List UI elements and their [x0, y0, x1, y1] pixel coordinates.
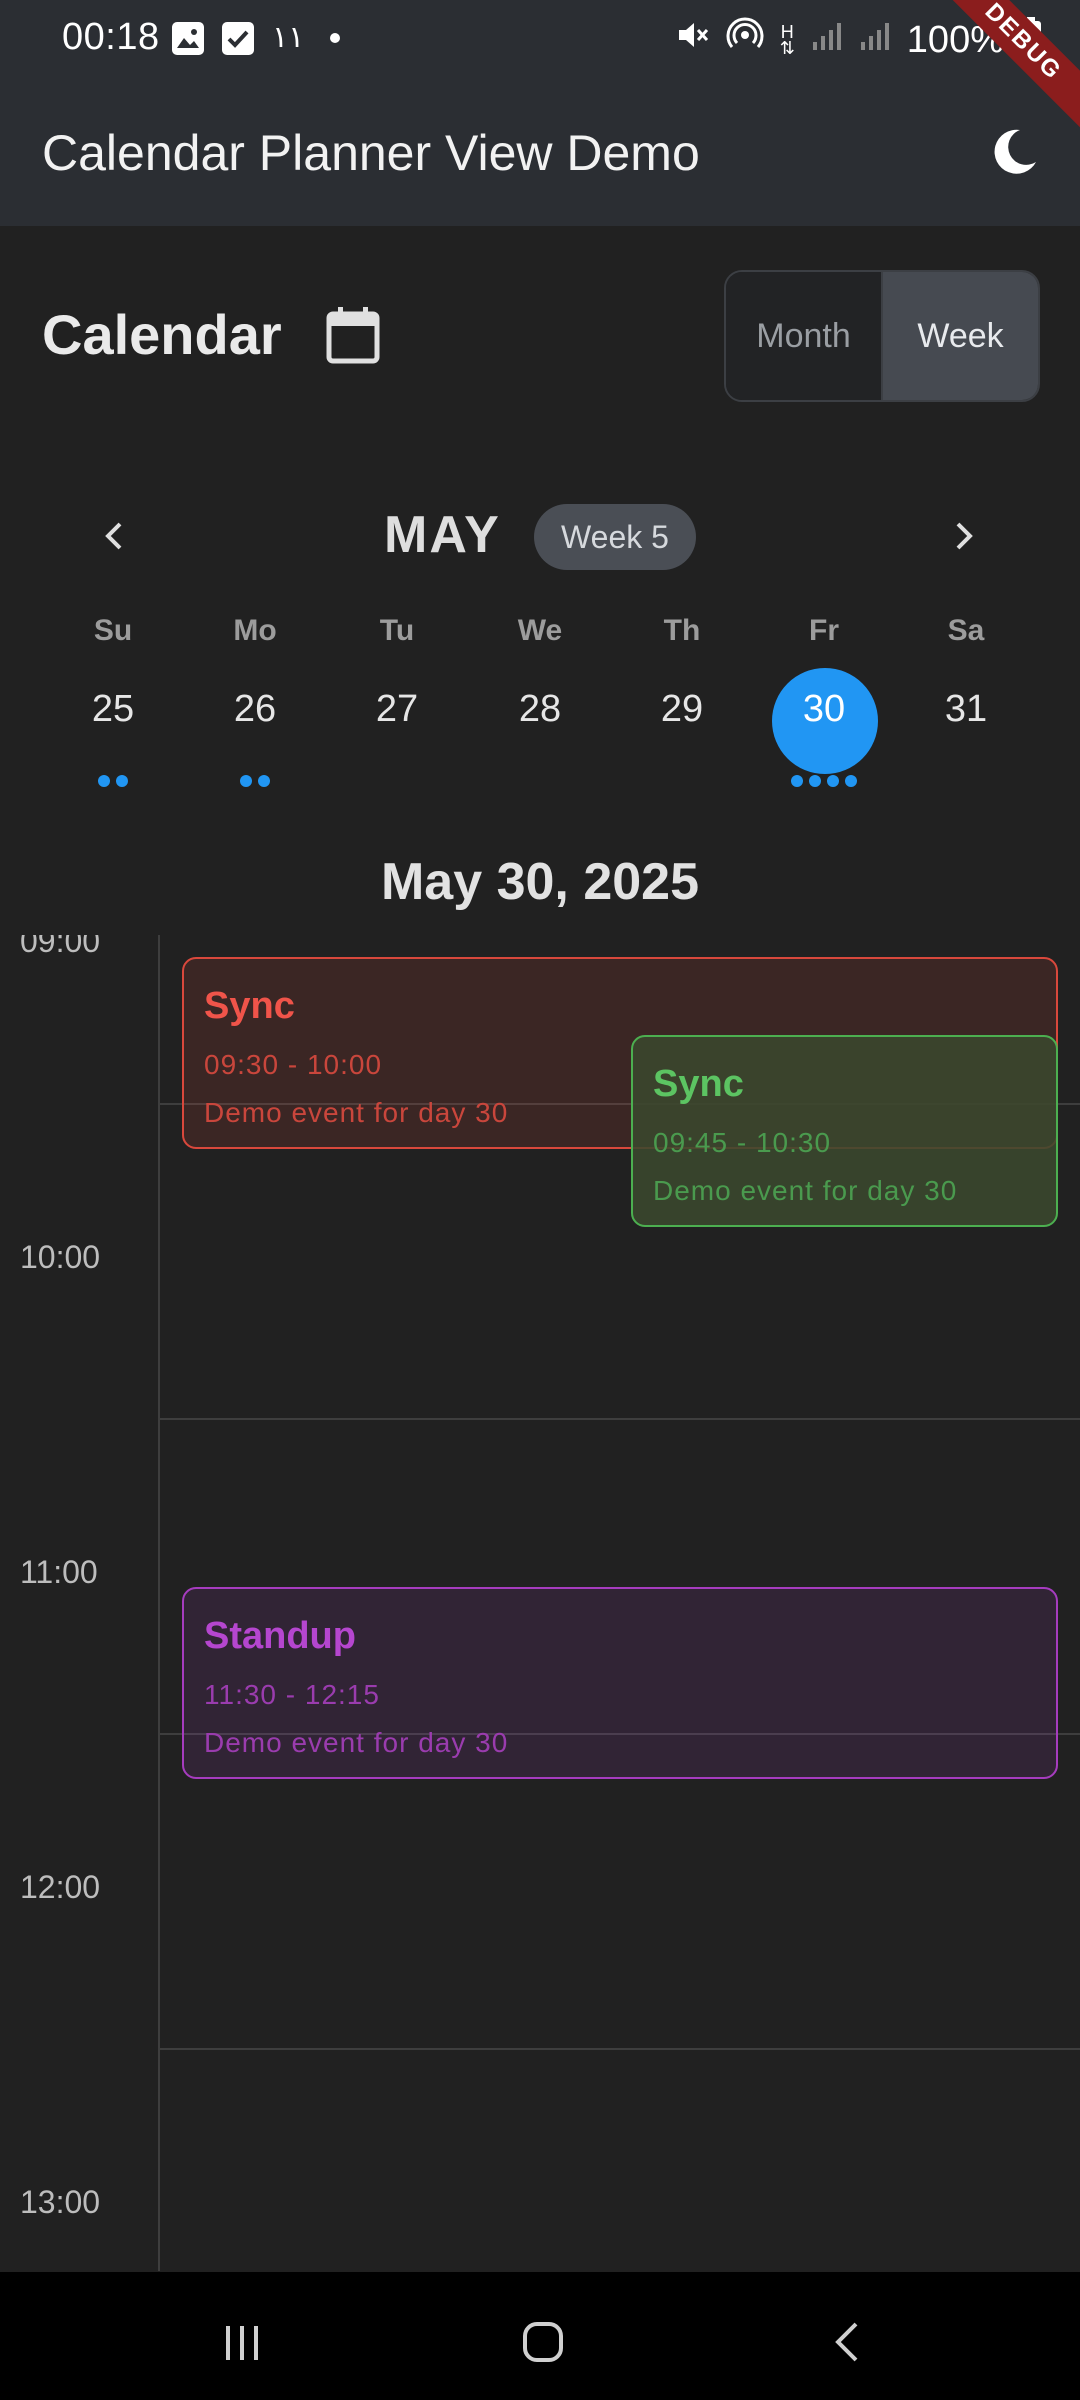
recents-icon[interactable] — [212, 2312, 272, 2372]
hour-label: 11:00 — [20, 1554, 98, 1590]
hour-label: 10:00 — [20, 1239, 101, 1275]
event-description: Demo event for day 30 — [204, 1727, 509, 1758]
event-dots-26 — [205, 775, 305, 789]
event-title: Sync — [204, 985, 295, 1027]
event-dot — [98, 775, 110, 787]
event-dot — [240, 775, 252, 787]
weekday-label: Su — [93, 614, 133, 647]
gallery-icon — [172, 21, 204, 55]
next-week-icon[interactable] — [934, 506, 994, 566]
hour-line — [158, 1418, 1080, 1420]
weekday-label: We — [517, 614, 563, 647]
day-cell[interactable]: 25 — [63, 688, 163, 731]
view-toggle: Month Week — [724, 270, 1040, 402]
checkbox-icon — [222, 21, 254, 55]
day-cell[interactable]: 29 — [632, 688, 732, 731]
selected-date-heading: May 30, 2025 — [380, 853, 700, 911]
event-title: Standup — [204, 1615, 356, 1657]
event-time: 09:30 - 10:00 — [204, 1049, 383, 1080]
dot-icon — [330, 32, 341, 43]
day-cell[interactable]: 26 — [205, 688, 305, 731]
weekday-label: Th — [663, 614, 701, 647]
arabic-digits: ١١ — [272, 21, 305, 54]
hour-line — [158, 2048, 1080, 2050]
weekday-label: Tu — [379, 614, 415, 647]
weekday-label: Mo — [233, 614, 277, 647]
calendar-icon[interactable] — [326, 306, 380, 364]
home-icon[interactable] — [513, 2312, 573, 2372]
mute-icon — [676, 18, 710, 62]
signal-icon — [811, 19, 843, 62]
notification-icons: ١١ — [172, 20, 341, 55]
hotspot-icon — [726, 16, 764, 64]
hour-label: 09:00 — [20, 935, 101, 959]
event-dot — [258, 775, 270, 787]
event-dot — [845, 775, 857, 787]
week-badge: Week 5 — [534, 504, 696, 570]
event-description: Demo event for day 30 — [653, 1175, 958, 1206]
event-card[interactable]: Standup 11:30 - 12:15 Demo event for day… — [182, 1587, 1058, 1779]
month-label: MAY — [384, 506, 501, 564]
day-cell[interactable]: 31 — [916, 688, 1016, 731]
status-bar: 00:18 ١١ H ⇅ 100% — [0, 0, 1080, 76]
weekday-label: Fr — [809, 614, 839, 647]
event-time: 11:30 - 12:15 — [204, 1679, 380, 1710]
prev-week-icon[interactable] — [84, 506, 144, 566]
app-bar: Calendar Planner View Demo — [0, 76, 1080, 226]
event-dots-25 — [63, 775, 163, 789]
calendar-title: Calendar — [42, 303, 282, 366]
weekday-label: Sa — [947, 614, 985, 647]
event-title: Sync — [653, 1063, 744, 1105]
system-nav-bar — [0, 2272, 1080, 2400]
day-timeline[interactable]: 09:00 10:00 11:00 12:00 13:00 Sync 09:30… — [0, 935, 1080, 2271]
timeline-axis — [158, 935, 160, 2271]
hour-label: 12:00 — [20, 1869, 101, 1905]
event-description: Demo event for day 30 — [204, 1097, 509, 1128]
event-dot — [116, 775, 128, 787]
network-type-icon: H ⇅ — [779, 22, 795, 58]
event-time: 09:45 - 10:30 — [653, 1127, 832, 1158]
event-dots-30 — [774, 775, 874, 789]
day-cell[interactable]: 27 — [347, 688, 447, 731]
event-dot — [809, 775, 821, 787]
app-title: Calendar Planner View Demo — [42, 125, 700, 181]
event-card[interactable]: Sync 09:45 - 10:30 Demo event for day 30 — [631, 1035, 1058, 1227]
hour-label: 13:00 — [20, 2184, 101, 2220]
back-icon[interactable] — [818, 2312, 878, 2372]
event-dot — [791, 775, 803, 787]
month-view-button[interactable]: Month — [726, 272, 883, 400]
moon-icon[interactable] — [986, 124, 1042, 180]
event-dot — [827, 775, 839, 787]
week-view-button[interactable]: Week — [883, 272, 1038, 400]
day-cell[interactable]: 28 — [490, 688, 590, 731]
day-cell-selected[interactable]: 30 — [774, 688, 874, 731]
status-time: 00:18 — [62, 16, 160, 58]
signal-icon-2 — [859, 19, 891, 62]
